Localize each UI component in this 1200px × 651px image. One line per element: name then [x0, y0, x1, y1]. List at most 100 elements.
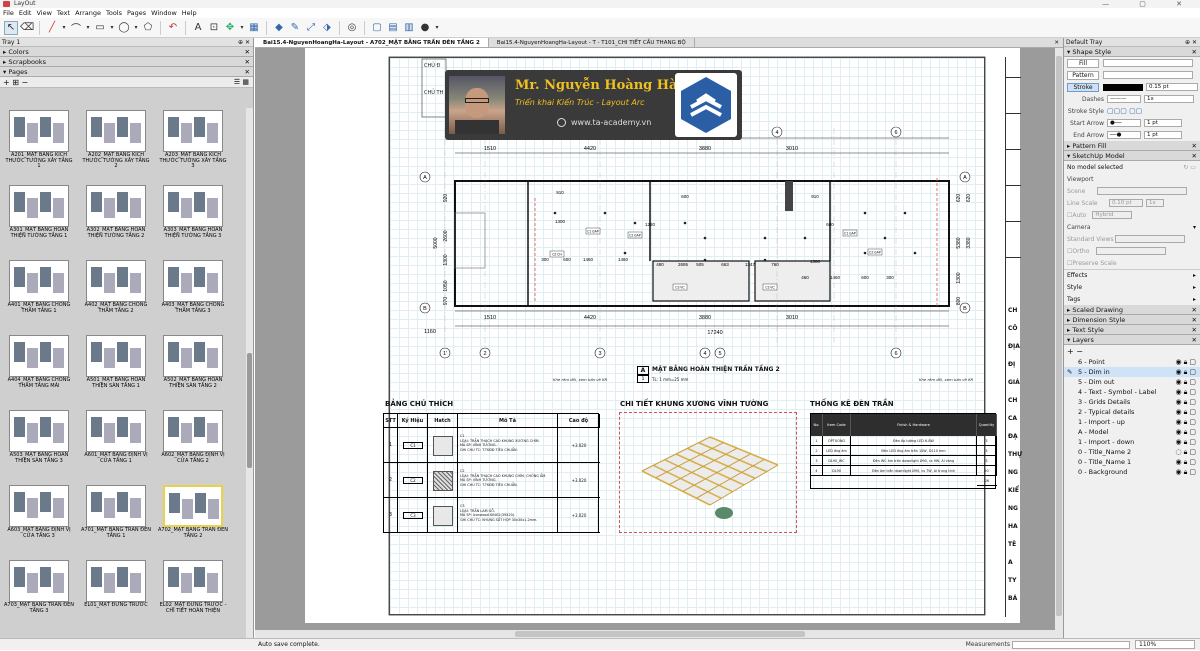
dashes-select[interactable]: ———	[1107, 95, 1141, 103]
start-arrow-size[interactable]: 1 pt	[1144, 119, 1182, 127]
line-scale-x[interactable]: 1x	[1146, 199, 1164, 207]
section-text-style[interactable]: ▸ Text Style ✕	[1064, 325, 1200, 335]
close-icon[interactable]: ✕	[1192, 335, 1197, 345]
page-thumbnail[interactable]: A502_MẶT BẰNG HOÀN THIỆN SÀN TẦNG 2	[158, 335, 228, 389]
close-icon[interactable]: ✕	[245, 67, 250, 77]
window-controls[interactable]: — ▢ ✕	[1102, 0, 1196, 8]
page-thumbnail[interactable]: A601_MẶT BẰNG ĐỊNH VỊ CỬA TẦNG 1	[81, 410, 151, 464]
visibility-lock-icon[interactable]: ◉🔒︎▢	[1176, 367, 1198, 377]
page-thumbnail[interactable]: A702_MẶT BẰNG TRẦN ĐÈN TẦNG 2	[158, 485, 228, 539]
presentation-dropdown-icon[interactable]: ▾	[434, 21, 440, 35]
visibility-lock-icon[interactable]: ◉🔒︎▢	[1176, 407, 1198, 417]
layer-item[interactable]: 3 - Grids Details ◉🔒︎▢	[1064, 397, 1200, 407]
line-tool-icon[interactable]: ╱	[45, 21, 59, 35]
fill-swatch[interactable]	[1103, 59, 1193, 67]
canvas-horizontal-scrollbar[interactable]	[255, 630, 1063, 638]
arc-dropdown-icon[interactable]: ▾	[85, 21, 91, 35]
layer-item[interactable]: 0 - Title_Name 2 ◌🔒︎▢	[1064, 447, 1200, 457]
page-preview[interactable]	[9, 410, 69, 452]
layer-item[interactable]: A - Model ◉🔒︎▢	[1064, 427, 1200, 437]
tab-a702[interactable]: Bai15.4-NguyenHoangHa-Layout - A702_MẶT …	[255, 38, 489, 47]
page-thumbnail[interactable]: A203_MẶT BẰNG KÍCH THƯỚC TƯỜNG XÂY TẦNG …	[158, 110, 228, 170]
view-toggle-icon[interactable]: ☰ ▦	[234, 77, 249, 88]
page-preview[interactable]	[86, 260, 146, 302]
canvas-vertical-scrollbar[interactable]	[1055, 48, 1063, 630]
start-arrow-select[interactable]: ●──	[1107, 119, 1141, 127]
circle-dropdown-icon[interactable]: ▾	[133, 21, 139, 35]
page-preview[interactable]	[163, 185, 223, 227]
menu-item-view[interactable]: View	[36, 8, 51, 18]
page-preview[interactable]	[163, 410, 223, 452]
page-thumbnail[interactable]: A603_MẶT BẰNG ĐỊNH VỊ CỬA TẦNG 3	[4, 485, 74, 539]
page-preview[interactable]	[9, 335, 69, 377]
section-scaled-drawing[interactable]: ▸ Scaled Drawing ✕	[1064, 305, 1200, 315]
pages-scrollbar[interactable]	[246, 108, 253, 650]
section-scrapbooks[interactable]: ▸ Scrapbooks ✕	[0, 57, 253, 67]
dash-scale-select[interactable]: 1x	[1144, 95, 1194, 103]
layers-add-remove[interactable]: + −	[1067, 347, 1083, 356]
visibility-lock-icon[interactable]: ◌🔒︎▢	[1176, 447, 1198, 457]
close-icon[interactable]: ✕	[1192, 305, 1197, 315]
stroke-color-swatch[interactable]	[1103, 83, 1143, 91]
visibility-lock-icon[interactable]: ◉🔒︎▢	[1176, 357, 1198, 367]
ortho-scale-select[interactable]	[1096, 247, 1167, 255]
arc-tool-icon[interactable]: ⌒	[69, 21, 83, 35]
page-preview[interactable]	[163, 335, 223, 377]
pin-close-icon[interactable]: ⊕ ✕	[1185, 38, 1197, 47]
menu-item-help[interactable]: Help	[182, 8, 197, 18]
page-thumbnail[interactable]: A302_MẶT BẰNG HOÀN THIỆN TƯỜNG TẦNG 2	[81, 185, 151, 239]
refresh-icon[interactable]: ↻ ▭	[1183, 164, 1200, 171]
document-canvas[interactable]: 1510442038803010860172401510442038803010…	[255, 48, 1063, 630]
menu-item-window[interactable]: Window	[151, 8, 177, 18]
page-thumbnail[interactable]: A402_MẶT BẰNG CHỐNG THẤM TẦNG 2	[81, 260, 151, 314]
close-icon[interactable]: ✕	[1192, 141, 1197, 151]
section-dimension-style[interactable]: ▸ Dimension Style ✕	[1064, 315, 1200, 325]
text-tool-icon[interactable]: A	[191, 21, 205, 35]
page-thumbnail[interactable]: A401_MẶT BẰNG CHỐNG THẤM TẦNG 1	[4, 260, 74, 314]
table-tool-icon[interactable]: ▦	[247, 21, 261, 35]
circle-tool-icon[interactable]: ◯	[117, 21, 131, 35]
page-preview[interactable]	[163, 260, 223, 302]
layer-item[interactable]: 1 - Import - down ◉🔒︎▢	[1064, 437, 1200, 447]
section-shape-style[interactable]: ▾ Shape Style ✕	[1064, 47, 1200, 57]
pattern-swatch[interactable]	[1103, 71, 1193, 79]
layer-item[interactable]: 0 - Title_Name 1 ◉🔒︎▢	[1064, 457, 1200, 467]
document-icon[interactable]: ▥	[402, 21, 416, 35]
layer-item[interactable]: 0 - Background ◉🔒︎▢	[1064, 467, 1200, 477]
page-preview[interactable]	[163, 110, 223, 152]
scrollbar-thumb[interactable]	[515, 631, 805, 637]
visibility-lock-icon[interactable]: ◉🔒︎▢	[1176, 457, 1198, 467]
scrollbar-thumb[interactable]	[1056, 56, 1062, 616]
scene-select[interactable]	[1097, 187, 1187, 195]
label-tool-icon[interactable]: ⊡	[207, 21, 221, 35]
polygon-tool-icon[interactable]: ⬠	[141, 21, 155, 35]
offset-tool-icon[interactable]: ↶	[166, 21, 180, 35]
close-icon[interactable]: ✕	[1192, 325, 1197, 335]
rectangle-tool-icon[interactable]: ▭	[93, 21, 107, 35]
sample-tool-icon[interactable]: ⤢	[304, 21, 318, 35]
page-preview[interactable]	[86, 110, 146, 152]
pages-add-remove[interactable]: + ⊞ −	[3, 78, 28, 87]
scrollbar-thumb[interactable]	[247, 353, 252, 468]
page-preview[interactable]	[163, 485, 223, 527]
tags-row[interactable]: Tags ▸	[1064, 293, 1200, 305]
layer-item[interactable]: 6 - Point ◉🔒︎▢	[1064, 357, 1200, 367]
page-preview[interactable]	[86, 335, 146, 377]
layer-item[interactable]: 2 - Typical details ◉🔒︎▢	[1064, 407, 1200, 417]
menu-item-pages[interactable]: Pages	[127, 8, 146, 18]
page-preview[interactable]	[9, 485, 69, 527]
page-preview[interactable]	[9, 110, 69, 152]
insert-sketchup-icon[interactable]: ◎	[345, 21, 359, 35]
style-row[interactable]: Style ▸	[1064, 281, 1200, 293]
camera-dropdown-icon[interactable]: ▾	[1193, 224, 1200, 231]
menu-item-file[interactable]: File	[3, 8, 14, 18]
page-thumbnail[interactable]: A701_MẶT BẰNG TRẦN ĐÈN TẦNG 1	[81, 485, 151, 539]
page-thumbnail[interactable]: A404_MẶT BẰNG CHỐNG THẤM TẦNG MÁI	[4, 335, 74, 389]
close-icon[interactable]: ✕	[1192, 47, 1197, 57]
page-thumbnail[interactable]: A703_MẶT BẰNG TRẦN ĐÈN TẦNG 3	[4, 560, 74, 614]
end-arrow-size[interactable]: 1 pt	[1144, 131, 1182, 139]
page-thumbnail[interactable]: A503_MẶT BẰNG HOÀN THIỆN SÀN TẦNG 3	[4, 410, 74, 464]
render-mode-select[interactable]: Hybrid	[1092, 211, 1133, 219]
fill-button[interactable]: Fill	[1067, 58, 1099, 68]
standard-views-select[interactable]	[1115, 235, 1185, 243]
